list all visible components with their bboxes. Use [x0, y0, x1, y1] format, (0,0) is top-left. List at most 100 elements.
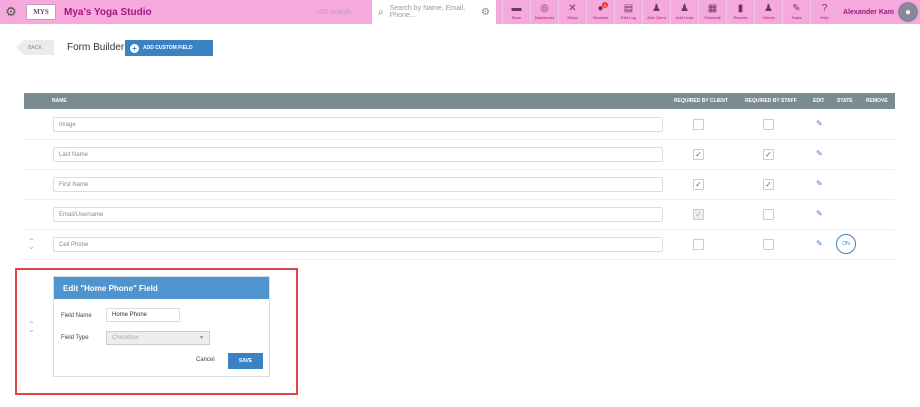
- required-client-checkbox[interactable]: [693, 239, 704, 250]
- edit-log-icon: ▤: [623, 2, 634, 14]
- client-search-input[interactable]: ⌕ Search by Name, Email, Phone... ⚙: [372, 0, 496, 24]
- search-settings-icon[interactable]: ⚙: [481, 7, 490, 18]
- col-required-staff: REQUIRED BY STAFF: [745, 98, 797, 104]
- nav-setup[interactable]: ✕ Setup: [558, 0, 586, 24]
- chart-icon: ▮: [737, 2, 744, 14]
- nav-store[interactable]: ▬ Store: [502, 0, 530, 24]
- required-staff-checkbox[interactable]: ✓: [763, 149, 774, 160]
- help-icon: ?: [821, 2, 828, 14]
- top-bar: ⚙ MYS Mya's Yoga Studio UID search ⌕ Sea…: [0, 0, 920, 24]
- nav-label: Clients: [762, 14, 775, 20]
- nav-label: Edit Log: [621, 14, 636, 20]
- col-name: NAME: [52, 98, 67, 104]
- required-staff-checkbox[interactable]: [763, 209, 774, 220]
- col-edit: EDIT: [813, 98, 825, 104]
- field-type-select: Checkbox ▼: [106, 331, 210, 345]
- table-row: [24, 396, 895, 407]
- nav-label: Tasks: [791, 14, 802, 20]
- edit-pencil-icon[interactable]: ✎: [816, 149, 823, 158]
- edit-pencil-icon[interactable]: ✎: [816, 119, 823, 128]
- required-client-checkbox[interactable]: [693, 119, 704, 130]
- store-icon: ▬: [511, 2, 522, 14]
- studio-logo[interactable]: MYS: [26, 4, 56, 20]
- nav-edit-log[interactable]: ▤ Edit Log: [614, 0, 642, 24]
- nav-clients[interactable]: ♟ Clients: [754, 0, 782, 24]
- nav-label: Reports: [733, 14, 748, 20]
- add-custom-field-button[interactable]: + ADD CUSTOM FIELD: [125, 40, 213, 56]
- nav-tasks[interactable]: ✎ Tasks: [782, 0, 810, 24]
- table-header: NAME REQUIRED BY CLIENT REQUIRED BY STAF…: [24, 93, 895, 109]
- col-remove: REMOVE: [866, 98, 888, 104]
- table-row: First Name ✓ ✓ ✎: [24, 170, 895, 200]
- nav-label: Dashboard: [534, 14, 555, 20]
- table-row: Image ✎: [24, 110, 895, 140]
- cancel-button[interactable]: Cancel: [196, 357, 215, 363]
- field-name-input[interactable]: Email/Username: [53, 207, 663, 222]
- col-required-client: REQUIRED BY CLIENT: [674, 98, 729, 104]
- uid-search-input[interactable]: UID search: [316, 0, 372, 24]
- required-staff-checkbox[interactable]: ✓: [763, 179, 774, 190]
- dashboard-icon: ◎: [540, 2, 549, 14]
- nav-schedule[interactable]: ▦ Schedule: [698, 0, 726, 24]
- search-icon: ⌕: [378, 6, 384, 18]
- page-title: Form Builder: [67, 42, 125, 53]
- field-name-input[interactable]: Cell Phone: [53, 237, 663, 252]
- drag-handle-icon[interactable]: ⌃ ⌄: [28, 238, 35, 251]
- plus-icon: +: [130, 43, 139, 53]
- required-staff-checkbox[interactable]: [763, 239, 774, 250]
- nav-label: Help: [820, 14, 829, 20]
- required-client-checkbox: ✓: [693, 209, 704, 220]
- col-state: STATE: [837, 98, 853, 104]
- nav-dashboard[interactable]: ◎ Dashboard: [530, 0, 558, 24]
- search-placeholder: Search by Name, Email, Phone...: [389, 5, 466, 19]
- chevron-down-icon: ▼: [199, 335, 204, 341]
- save-button[interactable]: SAVE: [228, 353, 263, 369]
- add-lead-icon: ♟: [680, 2, 689, 14]
- nav-label: Reviews: [592, 14, 609, 20]
- add-client-icon: ♟: [652, 2, 661, 14]
- required-client-checkbox[interactable]: ✓: [693, 179, 704, 190]
- table-row: Email/Username ✓ ✎: [24, 200, 895, 230]
- nav-label: Add Lead: [675, 14, 694, 20]
- edit-field-panel: Edit "Home Phone" Field Field Name Home …: [53, 276, 270, 377]
- table-row: ⌃ ⌄ Cell Phone ✎ ON: [24, 230, 895, 260]
- back-button[interactable]: BACK: [16, 40, 54, 55]
- settings-gear-icon[interactable]: ⚙: [0, 0, 22, 24]
- tools-icon: ✕: [568, 2, 577, 14]
- state-toggle[interactable]: ON: [836, 234, 856, 254]
- field-name-input[interactable]: Last Name: [53, 147, 663, 162]
- field-type-label: Field Type: [61, 335, 89, 341]
- field-name-input[interactable]: Home Phone: [106, 308, 180, 322]
- nav-label: Setup: [567, 14, 578, 20]
- tasks-icon: ✎: [792, 2, 801, 14]
- user-name: Alexander Kam: [843, 8, 894, 16]
- field-type-value: Checkbox: [112, 335, 139, 341]
- add-custom-field-label: ADD CUSTOM FIELD: [143, 45, 193, 51]
- field-name-input[interactable]: Image: [53, 117, 663, 132]
- nav-reviews[interactable]: ● 0 Reviews: [586, 0, 614, 24]
- studio-name: Mya's Yoga Studio: [64, 6, 152, 18]
- drag-handle-icon[interactable]: ⌃ ⌄: [28, 321, 35, 334]
- calendar-icon: ▦: [707, 2, 718, 14]
- clients-icon: ♟: [764, 2, 773, 14]
- nav-label: Add Client: [647, 14, 666, 20]
- nav-help[interactable]: ? Help: [810, 0, 838, 24]
- avatar[interactable]: ●: [898, 2, 918, 22]
- required-client-checkbox[interactable]: ✓: [693, 149, 704, 160]
- field-name-label: Field Name: [61, 313, 92, 319]
- edit-panel-title: Edit "Home Phone" Field: [54, 277, 269, 299]
- nav-add-client[interactable]: ♟ Add Client: [642, 0, 670, 24]
- edit-pencil-icon[interactable]: ✎: [816, 239, 823, 248]
- nav-reports[interactable]: ▮ Reports: [726, 0, 754, 24]
- edit-pencil-icon[interactable]: ✎: [816, 209, 823, 218]
- main-nav: ▬ Store ◎ Dashboard ✕ Setup ● 0 Reviews ▤ Edit…: [502, 0, 838, 24]
- table-row: Last Name ✓ ✓ ✎: [24, 140, 895, 170]
- logo-text: MYS: [33, 8, 49, 16]
- required-staff-checkbox[interactable]: [763, 119, 774, 130]
- nav-label: Store: [511, 14, 522, 20]
- edit-pencil-icon[interactable]: ✎: [816, 179, 823, 188]
- nav-add-lead[interactable]: ♟ Add Lead: [670, 0, 698, 24]
- field-name-input[interactable]: First Name: [53, 177, 663, 192]
- nav-label: Schedule: [704, 14, 721, 20]
- user-menu[interactable]: Alexander Kam ●: [843, 0, 920, 24]
